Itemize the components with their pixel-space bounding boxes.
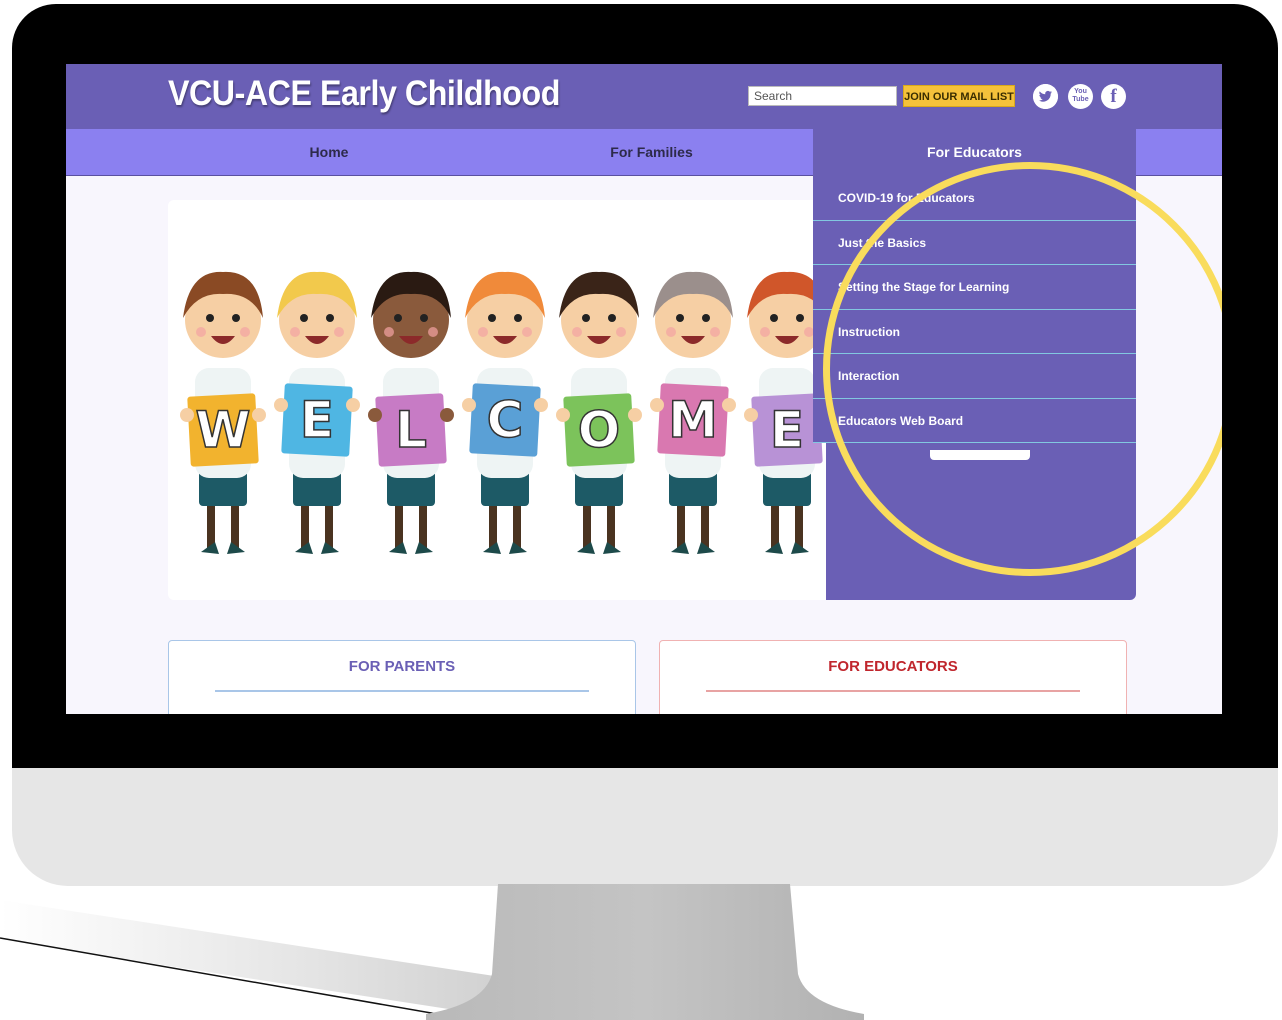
welcome-letter: L [395, 401, 427, 459]
main-navbar: Home For Families For Educators [66, 129, 1222, 176]
kid-figure: E [274, 271, 360, 554]
nav-home[interactable]: Home [168, 129, 490, 176]
for-parents-card[interactable]: FOR PARENTS [168, 640, 636, 714]
site-title[interactable]: VCU-ACE Early Childhood [168, 74, 560, 114]
monitor-chin [12, 768, 1278, 886]
card-divider [215, 690, 589, 692]
for-parents-title[interactable]: FOR PARENTS [169, 658, 635, 675]
kid-figure: O [556, 271, 642, 554]
welcome-letter: M [668, 391, 718, 449]
youtube-icon[interactable]: You Tube [1068, 84, 1093, 109]
kid-figure: C [462, 271, 548, 554]
welcome-kids-illustration: WELCOME [180, 271, 826, 554]
nav-for-educators[interactable]: For Educators [813, 129, 1136, 176]
for-educators-title[interactable]: FOR EDUCATORS [660, 658, 1126, 675]
kid-figure: M [650, 271, 736, 554]
browser-screen: VCU-ACE Early Childhood JOIN OUR MAIL LI… [66, 64, 1222, 714]
menu-item-instruction[interactable]: Instruction [813, 310, 1136, 354]
kid-figure: L [368, 271, 454, 554]
for-educators-dropdown: COVID-19 for Educators Just the Basics S… [813, 176, 1136, 443]
welcome-letter: E [770, 401, 804, 459]
hero-welcome-image: WELCOME [168, 200, 826, 600]
menu-item-just-the-basics[interactable]: Just the Basics [813, 221, 1136, 265]
welcome-letter: E [300, 391, 334, 449]
twitter-icon[interactable] [1033, 84, 1058, 109]
join-mail-list-button[interactable]: JOIN OUR MAIL LIST [903, 85, 1015, 107]
welcome-letter: O [578, 401, 621, 459]
card-divider [706, 690, 1080, 692]
search-input[interactable] [748, 86, 897, 106]
menu-item-setting-the-stage[interactable]: Setting the Stage for Learning [813, 265, 1136, 310]
menu-item-educators-web-board[interactable]: Educators Web Board [813, 399, 1136, 443]
for-educators-card[interactable]: FOR EDUCATORS [659, 640, 1127, 714]
kid-figure: W [180, 271, 266, 554]
facebook-icon[interactable]: f [1101, 84, 1126, 109]
welcome-letter: W [195, 401, 250, 459]
welcome-letter: C [487, 391, 524, 449]
hero-panel-button[interactable] [930, 450, 1030, 460]
menu-item-covid-19[interactable]: COVID-19 for Educators [813, 176, 1136, 221]
site-header: VCU-ACE Early Childhood JOIN OUR MAIL LI… [66, 64, 1222, 129]
menu-item-interaction[interactable]: Interaction [813, 354, 1136, 399]
monitor-stand [426, 884, 864, 1020]
nav-for-families[interactable]: For Families [490, 129, 813, 176]
